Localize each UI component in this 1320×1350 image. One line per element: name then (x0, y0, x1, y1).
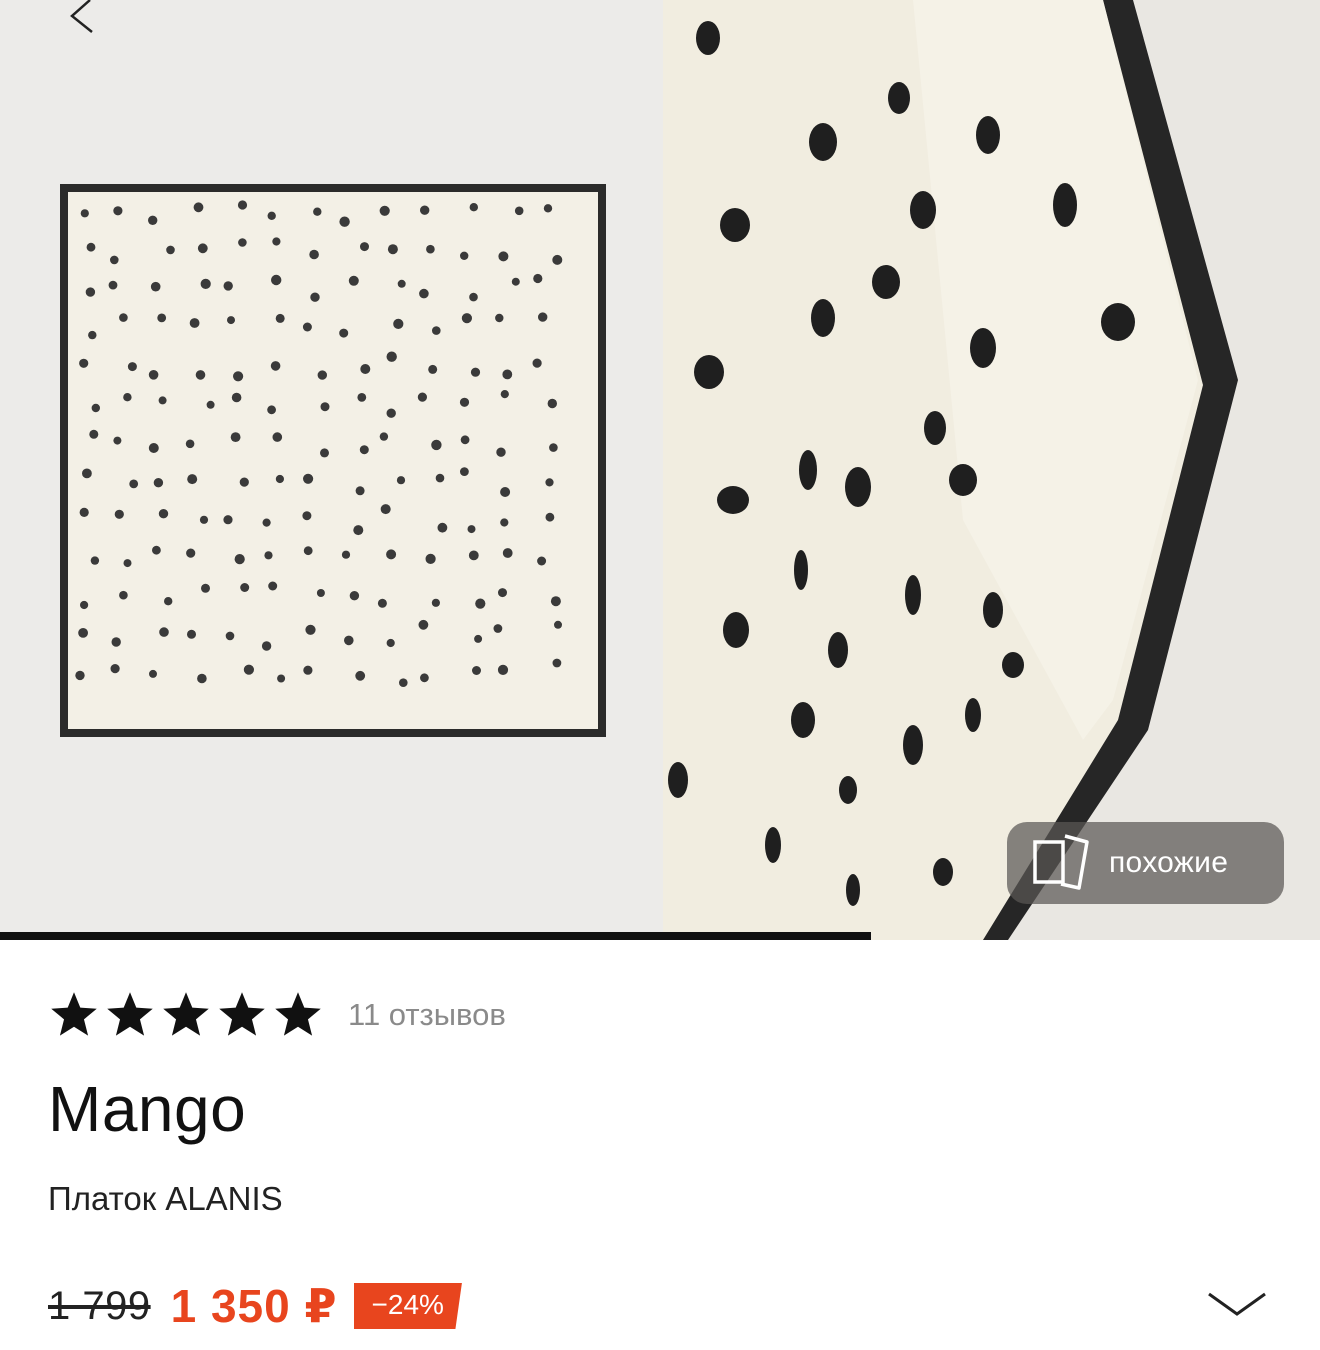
back-button[interactable] (60, 0, 110, 40)
brand-name[interactable]: Mango (48, 1072, 246, 1146)
expand-details-button[interactable] (1205, 1288, 1269, 1324)
product-title: Платок ALANIS (48, 1180, 283, 1217)
product-photo-draped[interactable] (663, 0, 1320, 940)
discount-badge: −24% (353, 1283, 462, 1329)
star-icon (107, 992, 153, 1036)
price-row: 1 799 1 350 ₽ −24% (48, 1278, 462, 1334)
product-gallery[interactable]: похожие (0, 0, 1320, 940)
reviews-link[interactable]: 11 отзывов (348, 997, 506, 1033)
star-icon (163, 992, 209, 1036)
similar-button[interactable]: похожие (1007, 822, 1284, 904)
gallery-progress (0, 932, 1320, 940)
star-icon (275, 992, 321, 1036)
current-price: 1 350 ₽ (170, 1280, 338, 1332)
product-photo-flat[interactable] (0, 0, 663, 940)
chevron-left-icon (70, 0, 93, 33)
rating-row[interactable]: 11 отзывов (48, 990, 506, 1040)
rating-stars (48, 989, 324, 1041)
similar-label: похожие (1109, 846, 1229, 879)
cards-icon (1033, 834, 1089, 890)
star-icon (219, 992, 265, 1036)
star-icon (51, 992, 97, 1036)
chevron-down-icon (1208, 1292, 1266, 1316)
old-price: 1 799 (48, 1283, 151, 1328)
gallery-progress-fill (0, 932, 872, 940)
